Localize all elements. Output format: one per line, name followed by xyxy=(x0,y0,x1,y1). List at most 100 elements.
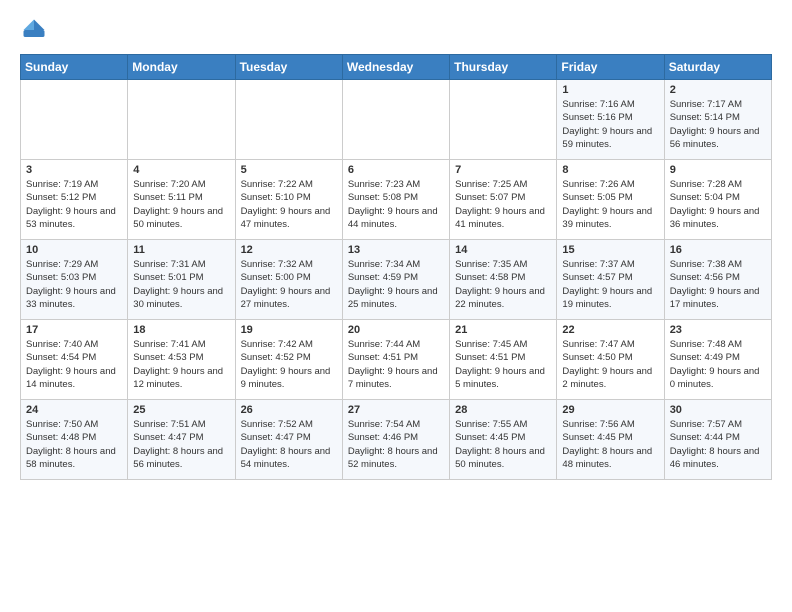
day-info: Sunrise: 7:45 AM Sunset: 4:51 PM Dayligh… xyxy=(455,338,551,391)
day-info: Sunrise: 7:47 AM Sunset: 4:50 PM Dayligh… xyxy=(562,338,658,391)
calendar-cell: 20 Sunrise: 7:44 AM Sunset: 4:51 PM Dayli… xyxy=(342,320,449,400)
day-number: 24 xyxy=(26,404,122,416)
calendar-cell: 18Sunrise: 7:41 AM Sunset: 4:53 PM Dayli… xyxy=(128,320,235,400)
day-info: Sunrise: 7:26 AM Sunset: 5:05 PM Dayligh… xyxy=(562,178,658,231)
calendar-body: 1 Sunrise: 7:16 AM Sunset: 5:16 PM Daylig… xyxy=(21,80,772,480)
calendar-cell xyxy=(21,80,128,160)
day-number: 8 xyxy=(562,164,658,176)
calendar-cell: 5 Sunrise: 7:22 AM Sunset: 5:10 PM Daylig… xyxy=(235,160,342,240)
day-number: 14 xyxy=(455,244,551,256)
day-info: Sunrise: 7:57 AM Sunset: 4:44 PM Dayligh… xyxy=(670,418,766,471)
week-row: 17 Sunrise: 7:40 AM Sunset: 4:54 PM Dayli… xyxy=(21,320,772,400)
weekday-header: Wednesday xyxy=(342,55,449,80)
day-number: 22 xyxy=(562,324,658,336)
day-number: 23 xyxy=(670,324,766,336)
day-number: 7 xyxy=(455,164,551,176)
calendar-cell: 15 Sunrise: 7:37 AM Sunset: 4:57 PM Dayli… xyxy=(557,240,664,320)
week-row: 10 Sunrise: 7:29 AM Sunset: 5:03 PM Dayli… xyxy=(21,240,772,320)
day-number: 26 xyxy=(241,404,337,416)
day-number: 29 xyxy=(562,404,658,416)
calendar-cell: 2 Sunrise: 7:17 AM Sunset: 5:14 PM Daylig… xyxy=(664,80,771,160)
day-info: Sunrise: 7:29 AM Sunset: 5:03 PM Dayligh… xyxy=(26,258,122,311)
calendar-cell: 26 Sunrise: 7:52 AM Sunset: 4:47 PM Dayli… xyxy=(235,400,342,480)
calendar-cell: 23 Sunrise: 7:48 AM Sunset: 4:49 PM Dayli… xyxy=(664,320,771,400)
day-info: Sunrise: 7:54 AM Sunset: 4:46 PM Dayligh… xyxy=(348,418,444,471)
calendar-cell xyxy=(342,80,449,160)
day-info: Sunrise: 7:41 AM Sunset: 4:53 PM Dayligh… xyxy=(133,338,229,391)
calendar-cell: 28Sunrise: 7:55 AM Sunset: 4:45 PM Dayli… xyxy=(450,400,557,480)
calendar-cell: 4 Sunrise: 7:20 AM Sunset: 5:11 PM Daylig… xyxy=(128,160,235,240)
calendar-cell: 30 Sunrise: 7:57 AM Sunset: 4:44 PM Dayli… xyxy=(664,400,771,480)
day-number: 15 xyxy=(562,244,658,256)
day-info: Sunrise: 7:42 AM Sunset: 4:52 PM Dayligh… xyxy=(241,338,337,391)
calendar-cell: 10 Sunrise: 7:29 AM Sunset: 5:03 PM Dayli… xyxy=(21,240,128,320)
day-info: Sunrise: 7:22 AM Sunset: 5:10 PM Dayligh… xyxy=(241,178,337,231)
day-info: Sunrise: 7:20 AM Sunset: 5:11 PM Dayligh… xyxy=(133,178,229,231)
calendar-cell xyxy=(235,80,342,160)
weekday-header: Tuesday xyxy=(235,55,342,80)
calendar-cell: 27 Sunrise: 7:54 AM Sunset: 4:46 PM Dayli… xyxy=(342,400,449,480)
calendar-cell: 24 Sunrise: 7:50 AM Sunset: 4:48 PM Dayli… xyxy=(21,400,128,480)
day-info: Sunrise: 7:17 AM Sunset: 5:14 PM Dayligh… xyxy=(670,98,766,151)
calendar-cell: 21 Sunrise: 7:45 AM Sunset: 4:51 PM Dayli… xyxy=(450,320,557,400)
calendar-cell: 13Sunrise: 7:34 AM Sunset: 4:59 PM Dayli… xyxy=(342,240,449,320)
day-info: Sunrise: 7:50 AM Sunset: 4:48 PM Dayligh… xyxy=(26,418,122,471)
day-number: 3 xyxy=(26,164,122,176)
day-number: 28 xyxy=(455,404,551,416)
day-number: 10 xyxy=(26,244,122,256)
day-info: Sunrise: 7:16 AM Sunset: 5:16 PM Dayligh… xyxy=(562,98,658,151)
day-number: 20 xyxy=(348,324,444,336)
logo xyxy=(20,16,52,44)
calendar-cell xyxy=(450,80,557,160)
weekday-header: Monday xyxy=(128,55,235,80)
day-info: Sunrise: 7:48 AM Sunset: 4:49 PM Dayligh… xyxy=(670,338,766,391)
calendar-cell: 9 Sunrise: 7:28 AM Sunset: 5:04 PM Daylig… xyxy=(664,160,771,240)
week-row: 24 Sunrise: 7:50 AM Sunset: 4:48 PM Dayli… xyxy=(21,400,772,480)
day-info: Sunrise: 7:34 AM Sunset: 4:59 PM Dayligh… xyxy=(348,258,444,311)
calendar-cell: 12Sunrise: 7:32 AM Sunset: 5:00 PM Dayli… xyxy=(235,240,342,320)
day-number: 5 xyxy=(241,164,337,176)
weekday-header: Friday xyxy=(557,55,664,80)
calendar-cell: 17 Sunrise: 7:40 AM Sunset: 4:54 PM Dayli… xyxy=(21,320,128,400)
calendar: SundayMondayTuesdayWednesdayThursdayFrid… xyxy=(20,54,772,480)
day-info: Sunrise: 7:40 AM Sunset: 4:54 PM Dayligh… xyxy=(26,338,122,391)
day-number: 25 xyxy=(133,404,229,416)
calendar-cell: 19 Sunrise: 7:42 AM Sunset: 4:52 PM Dayli… xyxy=(235,320,342,400)
calendar-cell: 7 Sunrise: 7:25 AM Sunset: 5:07 PM Daylig… xyxy=(450,160,557,240)
header xyxy=(20,16,772,44)
calendar-cell: 6Sunrise: 7:23 AM Sunset: 5:08 PM Daylig… xyxy=(342,160,449,240)
day-number: 17 xyxy=(26,324,122,336)
calendar-cell: 8 Sunrise: 7:26 AM Sunset: 5:05 PM Daylig… xyxy=(557,160,664,240)
day-number: 1 xyxy=(562,84,658,96)
day-info: Sunrise: 7:52 AM Sunset: 4:47 PM Dayligh… xyxy=(241,418,337,471)
day-number: 11 xyxy=(133,244,229,256)
day-number: 9 xyxy=(670,164,766,176)
day-number: 30 xyxy=(670,404,766,416)
day-info: Sunrise: 7:19 AM Sunset: 5:12 PM Dayligh… xyxy=(26,178,122,231)
day-info: Sunrise: 7:37 AM Sunset: 4:57 PM Dayligh… xyxy=(562,258,658,311)
weekday-header: Sunday xyxy=(21,55,128,80)
day-number: 4 xyxy=(133,164,229,176)
day-number: 16 xyxy=(670,244,766,256)
page: SundayMondayTuesdayWednesdayThursdayFrid… xyxy=(0,0,792,612)
weekday-row: SundayMondayTuesdayWednesdayThursdayFrid… xyxy=(21,55,772,80)
day-number: 21 xyxy=(455,324,551,336)
day-info: Sunrise: 7:23 AM Sunset: 5:08 PM Dayligh… xyxy=(348,178,444,231)
day-info: Sunrise: 7:25 AM Sunset: 5:07 PM Dayligh… xyxy=(455,178,551,231)
weekday-header: Thursday xyxy=(450,55,557,80)
calendar-cell: 22 Sunrise: 7:47 AM Sunset: 4:50 PM Dayli… xyxy=(557,320,664,400)
calendar-cell: 16Sunrise: 7:38 AM Sunset: 4:56 PM Dayli… xyxy=(664,240,771,320)
calendar-cell: 14Sunrise: 7:35 AM Sunset: 4:58 PM Dayli… xyxy=(450,240,557,320)
calendar-header: SundayMondayTuesdayWednesdayThursdayFrid… xyxy=(21,55,772,80)
calendar-cell: 25 Sunrise: 7:51 AM Sunset: 4:47 PM Dayli… xyxy=(128,400,235,480)
day-info: Sunrise: 7:28 AM Sunset: 5:04 PM Dayligh… xyxy=(670,178,766,231)
day-info: Sunrise: 7:56 AM Sunset: 4:45 PM Dayligh… xyxy=(562,418,658,471)
weekday-header: Saturday xyxy=(664,55,771,80)
day-number: 2 xyxy=(670,84,766,96)
day-number: 27 xyxy=(348,404,444,416)
calendar-cell: 1 Sunrise: 7:16 AM Sunset: 5:16 PM Daylig… xyxy=(557,80,664,160)
day-info: Sunrise: 7:44 AM Sunset: 4:51 PM Dayligh… xyxy=(348,338,444,391)
week-row: 3 Sunrise: 7:19 AM Sunset: 5:12 PM Daylig… xyxy=(21,160,772,240)
day-info: Sunrise: 7:51 AM Sunset: 4:47 PM Dayligh… xyxy=(133,418,229,471)
day-number: 19 xyxy=(241,324,337,336)
